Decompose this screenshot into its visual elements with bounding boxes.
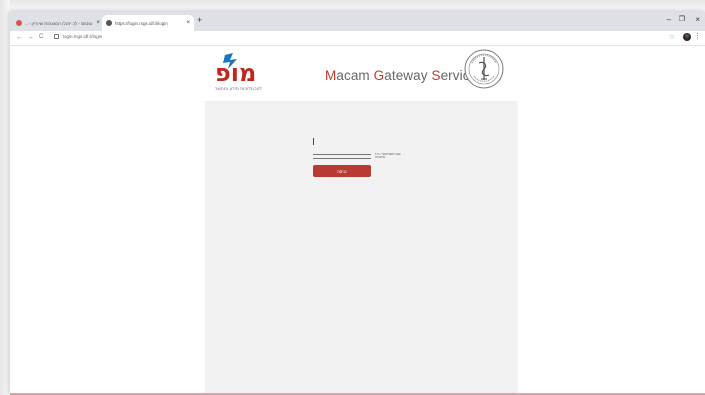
globe-icon — [106, 20, 112, 26]
browser-window: ...- טוטוס - לכ יהנלו המוצהות שיוריון × … — [10, 12, 705, 395]
url-text: login.mgs.idf.il/login — [63, 34, 103, 39]
logo-text: מופ — [215, 59, 256, 87]
password-label: סיסמה — [375, 155, 386, 159]
text-caret — [313, 138, 314, 145]
tab-inactive[interactable]: ...- טוטוס - לכ יהנלו המוצהות שיוריון × — [12, 15, 104, 31]
tab-title: ...- טוטוס - לכ יהנלו המוצהות שיוריון — [25, 20, 93, 26]
close-tab-icon[interactable]: × — [96, 20, 100, 26]
page-content: מופ לטכנולוגיות מידע ומחשב Macam Gateway… — [10, 46, 705, 395]
password-row: סיסמה — [313, 150, 385, 159]
address-bar-row: ← → C login.mgs.idf.il/login ☆ ⋮ — [10, 31, 705, 46]
minimize-button[interactable]: – — [667, 15, 671, 24]
tab-strip: ...- טוטוס - לכ יהנלו המוצהות שיוריון × … — [10, 12, 705, 31]
url-field[interactable]: login.mgs.idf.il/login — [54, 34, 102, 39]
new-tab-button[interactable]: + — [197, 16, 202, 25]
login-panel: שם משתמש / ת.ז סיסמה כניסה — [205, 102, 518, 395]
maximize-button[interactable]: ❐ — [679, 15, 685, 23]
site-header: מופ לטכנולוגיות מידע ומחשב Macam Gateway… — [205, 46, 518, 102]
tab-favicon-icon — [16, 20, 22, 26]
tab-active[interactable]: https://login.mgs.idf.il/login × — [102, 15, 194, 31]
profile-avatar[interactable] — [683, 33, 691, 41]
bookmark-star-icon[interactable]: ☆ — [669, 33, 675, 41]
background-shadow-top — [0, 0, 705, 12]
close-tab-icon[interactable]: × — [186, 20, 190, 26]
background-shadow-left — [0, 0, 10, 395]
reload-button[interactable]: C — [39, 33, 43, 42]
idf-seal-icon — [464, 49, 504, 89]
mof-logo: מופ לטכנולוגיות מידע ומחשב — [215, 53, 262, 92]
login-button[interactable]: כניסה — [313, 165, 371, 177]
password-input[interactable] — [313, 150, 371, 159]
logo-subtitle: לטכנולוגיות מידע ומחשב — [215, 87, 262, 92]
close-window-button[interactable]: × — [695, 15, 700, 24]
lock-icon — [54, 34, 59, 39]
menu-icon[interactable]: ⋮ — [694, 32, 701, 40]
forward-button[interactable]: → — [27, 33, 34, 42]
tab-title-active: https://login.mgs.idf.il/login — [115, 20, 168, 26]
screenshot-frame: ...- טוטוס - לכ יהנלו המוצהות שיוריון × … — [0, 0, 705, 395]
back-button[interactable]: ← — [16, 33, 23, 42]
brand-title: Macam Gateway Services — [325, 68, 485, 83]
